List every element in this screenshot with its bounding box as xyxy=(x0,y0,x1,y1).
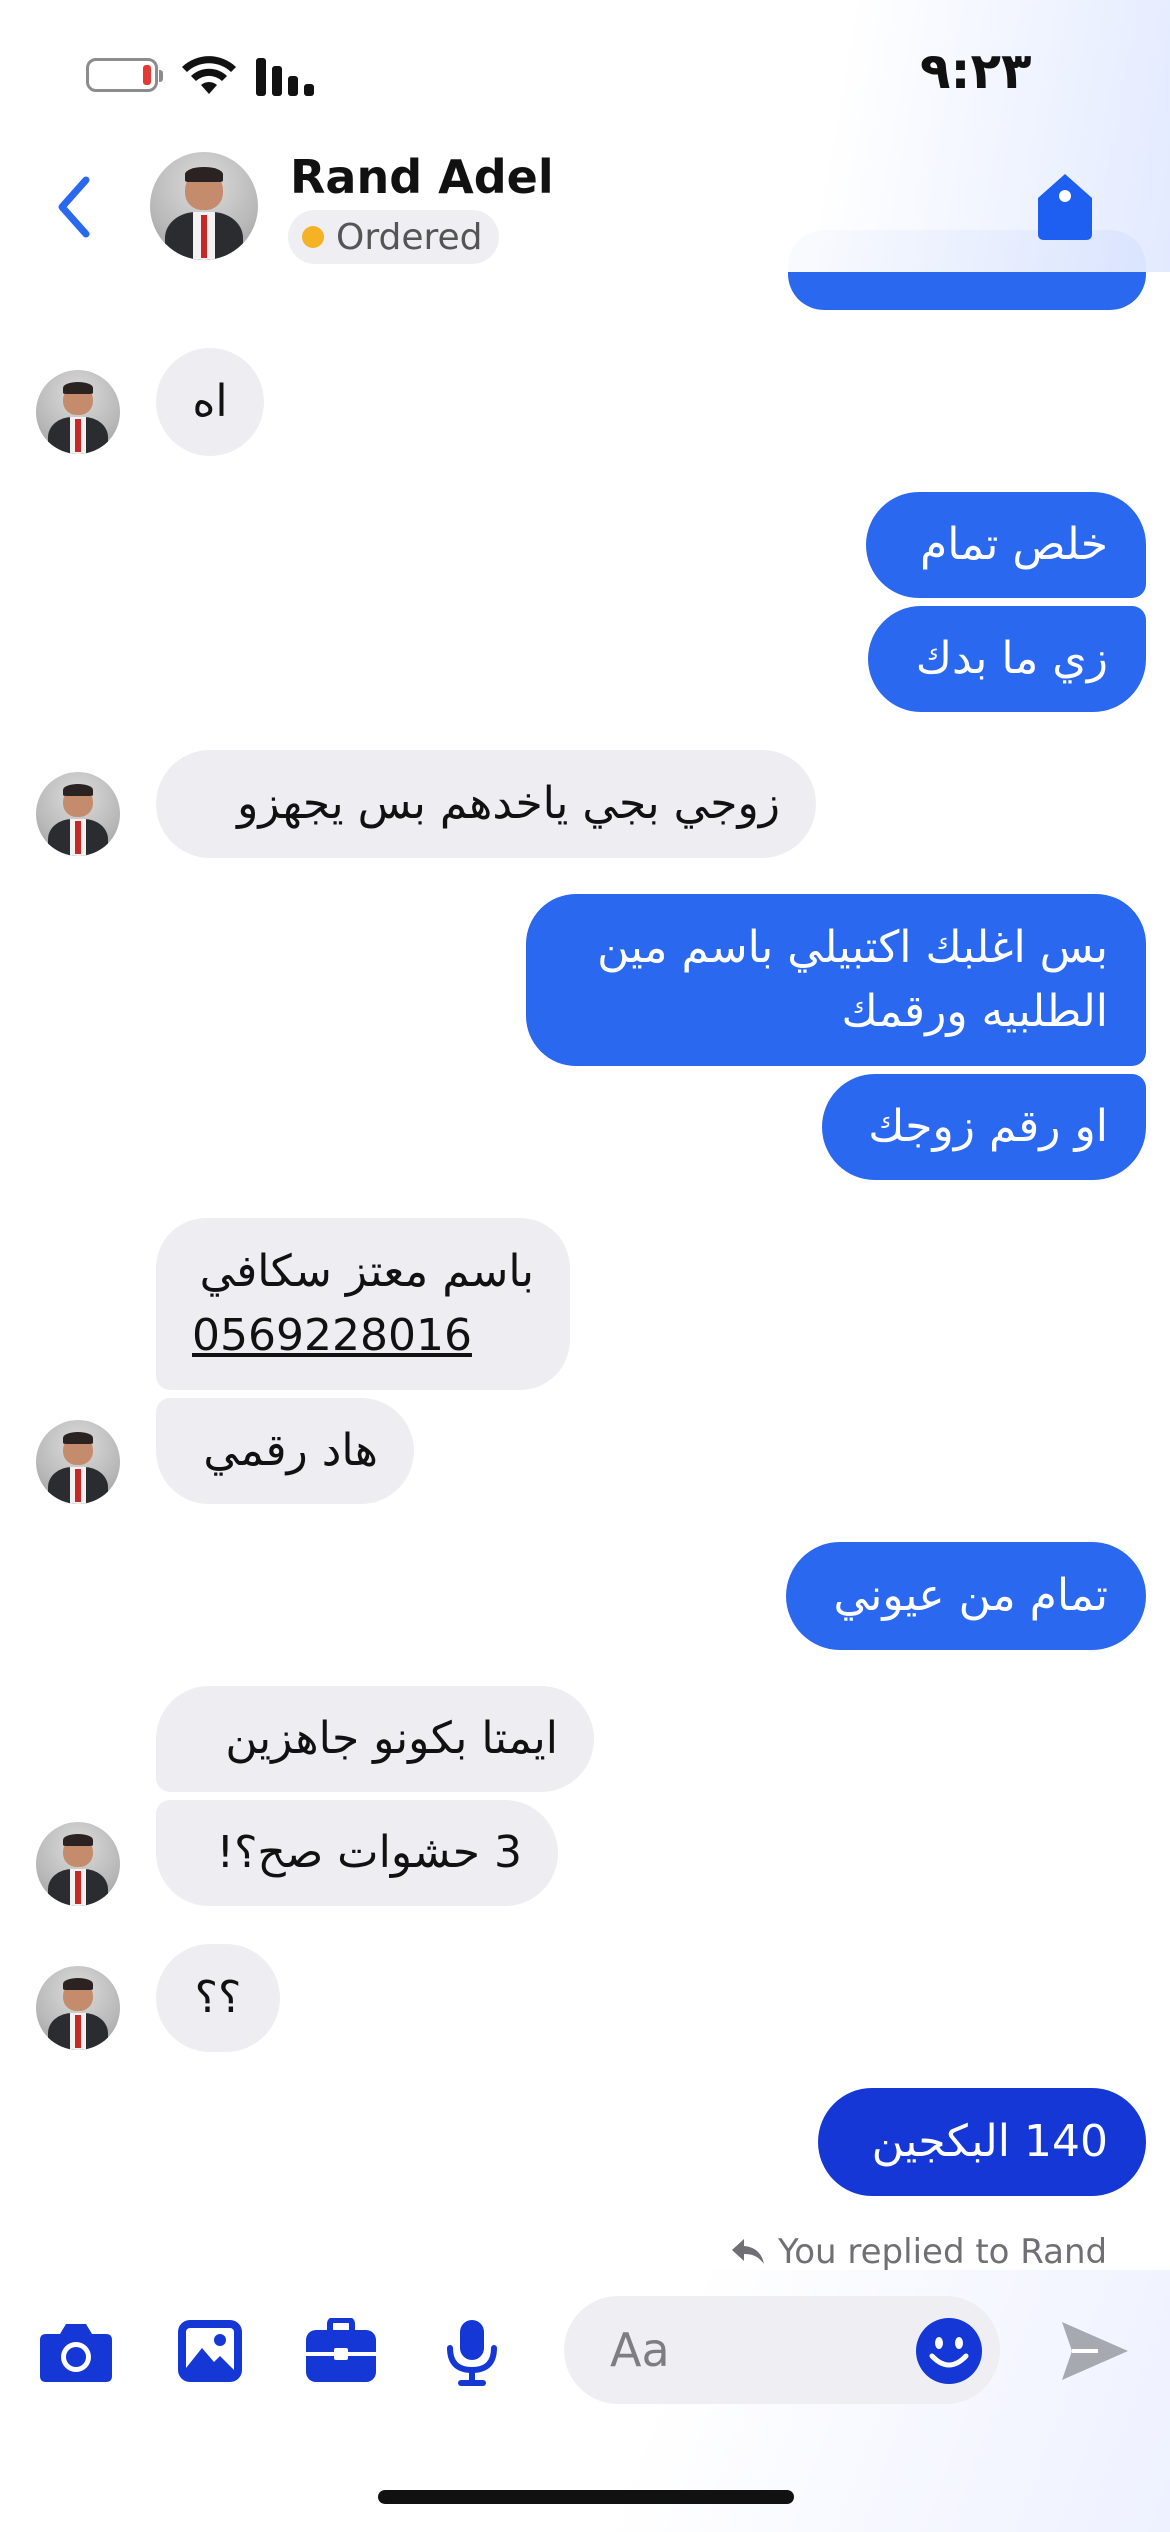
message-bubble-received[interactable]: باسم معتز سكافي 0569228016 xyxy=(156,1218,570,1390)
message-bubble-received[interactable]: ؟؟ xyxy=(156,1944,280,2052)
message-bubble-received[interactable]: ايمتا بكونو جاهزين xyxy=(156,1686,594,1792)
chat-header: ٩:٢٣ Rand Adel Ordered xyxy=(0,0,1170,272)
signal-icon xyxy=(256,58,314,96)
microphone-icon[interactable] xyxy=(444,2318,500,2388)
contact-avatar xyxy=(36,1822,120,1906)
contact-avatar[interactable] xyxy=(150,152,258,260)
battery-icon xyxy=(86,58,163,92)
smiley-icon[interactable] xyxy=(914,2316,984,2386)
order-status-badge[interactable]: Ordered xyxy=(288,210,499,264)
contact-avatar xyxy=(36,1966,120,2050)
message-bubble-sent[interactable]: بس اغلبك اكتبيلي باسم مين الطلبيه ورقمك xyxy=(526,894,1146,1066)
status-dot xyxy=(302,226,324,248)
message-bubble-received[interactable]: زوجي بجي ياخدهم بس يجهزو xyxy=(156,750,816,858)
message-bubble-sent[interactable]: او رقم زوجك xyxy=(822,1074,1146,1180)
message-bubble-sent[interactable]: تمام من عيوني xyxy=(786,1542,1146,1650)
briefcase-icon[interactable] xyxy=(304,2318,378,2384)
order-status-label: Ordered xyxy=(336,216,483,258)
message-bubble-received[interactable]: 3 حشوات صح؟! xyxy=(156,1800,558,1906)
reply-indicator: You replied to Rand xyxy=(730,2232,1107,2272)
contact-avatar xyxy=(36,1420,120,1504)
image-icon[interactable] xyxy=(176,2318,244,2384)
status-bar: ٩:٢٣ xyxy=(0,0,1170,150)
message-line: بس اغلبك اكتبيلي باسم مين xyxy=(597,922,1108,973)
send-icon[interactable] xyxy=(1058,2318,1130,2384)
status-time: ٩:٢٣ xyxy=(920,42,1032,100)
home-indicator xyxy=(378,2490,794,2504)
reply-arrow-icon xyxy=(732,2239,764,2264)
message-line: الطلبيه ورقمك xyxy=(841,986,1108,1037)
camera-icon[interactable] xyxy=(38,2318,114,2384)
reply-indicator-text: You replied to Rand xyxy=(778,2232,1108,2272)
back-chevron-icon[interactable] xyxy=(50,172,100,242)
tag-icon[interactable] xyxy=(1030,170,1100,242)
message-bubble-received[interactable]: هاد رقمي xyxy=(156,1398,414,1504)
message-bubble-sent[interactable]: خلص تمام xyxy=(866,492,1146,598)
message-line: باسم معتز سكافي xyxy=(199,1246,534,1297)
phone-number-link[interactable]: 0569228016 xyxy=(192,1304,534,1368)
contact-avatar xyxy=(36,772,120,856)
contact-name[interactable]: Rand Adel xyxy=(290,150,554,204)
message-bubble-sent[interactable]: زي ما بدك xyxy=(868,606,1146,712)
wifi-icon xyxy=(182,56,236,94)
message-bubble-sent-latest[interactable]: 140 البكجين xyxy=(818,2088,1146,2196)
message-bubble-received[interactable]: اه xyxy=(156,348,264,456)
contact-avatar xyxy=(36,370,120,454)
